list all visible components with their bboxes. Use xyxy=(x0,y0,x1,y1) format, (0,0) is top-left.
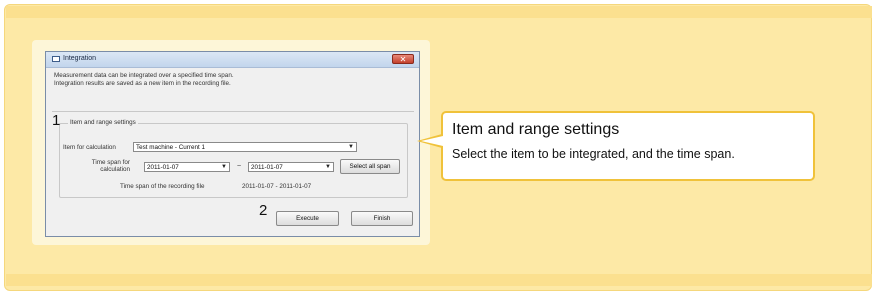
time-span-label-line-1: Time span for xyxy=(91,159,130,166)
chevron-down-icon: ▼ xyxy=(221,164,227,170)
dialog-title: Integration xyxy=(63,55,97,62)
callout-title: Item and range settings xyxy=(452,121,620,138)
item-for-calculation-label: Item for calculation xyxy=(63,144,116,151)
description-line-2: Integration results are saved as a new i… xyxy=(54,80,231,87)
dialog-titlebar: Integration ✕ xyxy=(46,52,419,68)
execute-button[interactable]: Execute xyxy=(276,211,339,226)
window-icon xyxy=(52,56,60,62)
integration-dialog: Integration ✕ Measurement data can be in… xyxy=(45,51,420,237)
chevron-down-icon: ▼ xyxy=(348,144,354,150)
group-label: Item and range settings xyxy=(68,119,138,126)
close-icon: ✕ xyxy=(399,55,407,64)
end-date-select[interactable]: 2011-01-07 ▼ xyxy=(248,162,334,172)
panel-top-strip xyxy=(6,6,872,18)
start-date-value: 2011-01-07 xyxy=(147,164,179,171)
chevron-down-icon: ▼ xyxy=(325,164,331,170)
step-1-marker: 1 xyxy=(52,112,61,129)
panel-bottom-strip xyxy=(6,274,872,286)
file-span-label: Time span of the recording file xyxy=(120,183,205,190)
callout-pointer-inner xyxy=(421,136,443,146)
step-2-marker: 2 xyxy=(259,202,268,219)
file-span-value: 2011-01-07 - 2011-01-07 xyxy=(242,183,312,190)
callout-box: Item and range settings Select the item … xyxy=(441,111,815,181)
finish-button[interactable]: Finish xyxy=(351,211,413,226)
time-span-label-line-2: calculation xyxy=(100,166,130,173)
range-tilde: ~ xyxy=(237,163,242,170)
description-line-1: Measurement data can be integrated over … xyxy=(54,72,234,79)
end-date-value: 2011-01-07 xyxy=(251,164,283,171)
select-all-span-button[interactable]: Select all span xyxy=(340,159,400,174)
item-select[interactable]: Test machine - Current 1 ▼ xyxy=(133,142,357,152)
item-select-value: Test machine - Current 1 xyxy=(136,144,205,151)
divider xyxy=(52,111,414,112)
callout-body: Select the item to be integrated, and th… xyxy=(452,147,735,161)
close-button[interactable]: ✕ xyxy=(392,54,414,64)
start-date-select[interactable]: 2011-01-07 ▼ xyxy=(144,162,230,172)
